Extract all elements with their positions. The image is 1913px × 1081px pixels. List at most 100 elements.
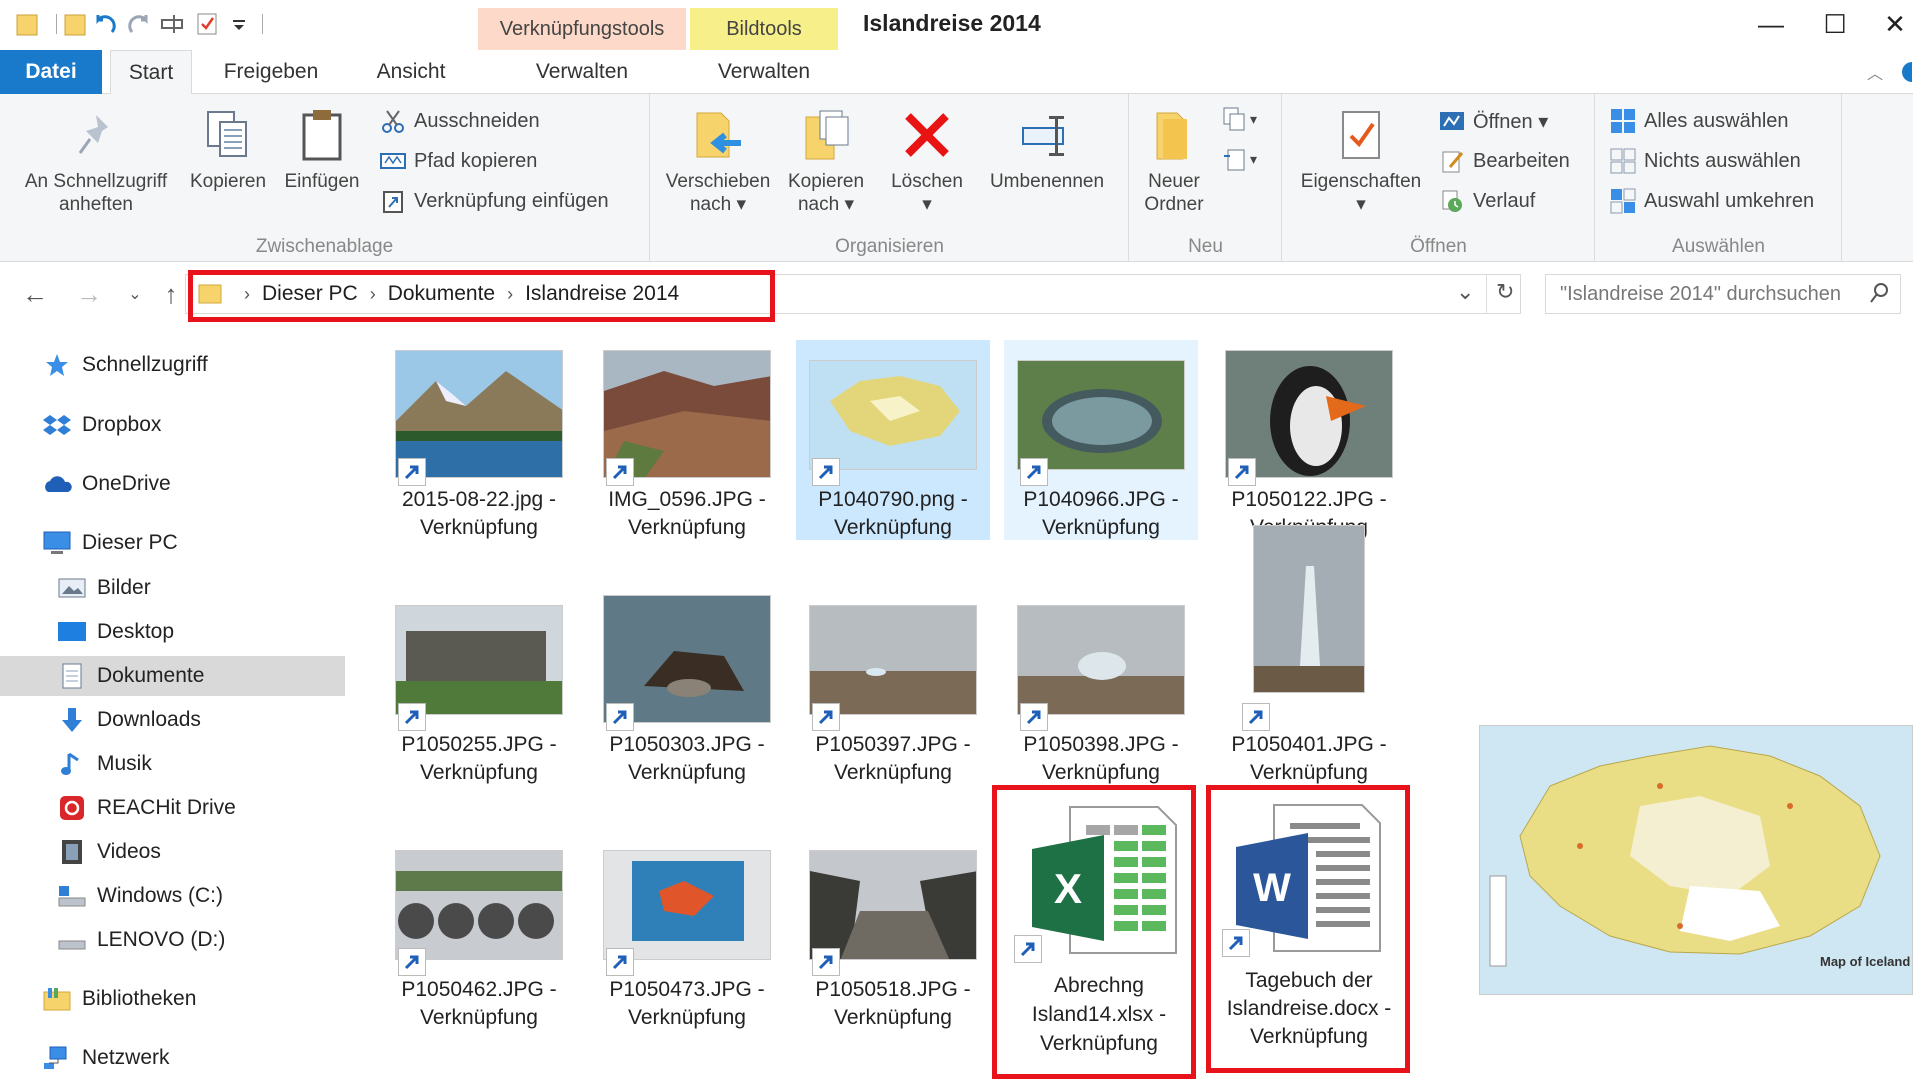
- select-none-button[interactable]: Nichts auswählen: [1610, 144, 1801, 178]
- documents-icon: [57, 662, 87, 690]
- back-arrow-icon[interactable]: ←: [18, 277, 52, 311]
- close-button[interactable]: ✕: [1870, 4, 1913, 44]
- file-item[interactable]: P1050473.JPG - Verknüpfung: [590, 830, 784, 1030]
- cut-label: Ausschneiden: [414, 109, 540, 132]
- file-item[interactable]: P1050398.JPG - Verknüpfung: [1004, 585, 1198, 785]
- rename-button[interactable]: Umbenennen: [977, 100, 1117, 193]
- tab-start[interactable]: Start: [110, 50, 192, 94]
- file-item[interactable]: P1050397.JPG - Verknüpfung: [796, 585, 990, 785]
- maximize-button[interactable]: ☐: [1810, 4, 1860, 44]
- undo-icon[interactable]: [92, 10, 118, 38]
- new-folder-icon[interactable]: [62, 10, 88, 38]
- scissors-icon: [380, 108, 406, 134]
- nav-label: Musik: [97, 752, 152, 775]
- help-icon[interactable]: [1894, 50, 1913, 94]
- search-icon[interactable]: [1868, 281, 1890, 311]
- address-dropdown-chevron-icon[interactable]: ⌄: [1456, 279, 1474, 305]
- file-name: P1050303.JPG - Verknüpfung: [609, 733, 765, 784]
- customize-toolbar-icon[interactable]: [226, 10, 252, 38]
- file-item[interactable]: P1050401.JPG - Verknüpfung: [1212, 525, 1406, 785]
- file-item[interactable]: P1040966.JPG - Verknüpfung: [1004, 340, 1198, 540]
- minimize-button[interactable]: —: [1746, 4, 1796, 44]
- nav-item-onedrive[interactable]: OneDrive: [0, 464, 345, 504]
- paste-shortcut-button[interactable]: Verknüpfung einfügen: [380, 184, 609, 218]
- refresh-icon[interactable]: ↻: [1496, 279, 1514, 305]
- tab-ansicht[interactable]: Ansicht: [356, 50, 466, 94]
- forward-arrow-icon[interactable]: →: [72, 277, 106, 311]
- tab-verwalten-picture[interactable]: Verwalten: [690, 50, 838, 94]
- file-item[interactable]: P1050255.JPG - Verknüpfung: [382, 585, 576, 785]
- search-input[interactable]: "Islandreise 2014" durchsuchen: [1545, 274, 1901, 314]
- recent-locations-chevron-icon[interactable]: ⌄: [118, 277, 152, 311]
- easy-access-button[interactable]: ▾: [1222, 142, 1257, 176]
- shortcut-arrow-icon: [398, 703, 426, 731]
- open-button[interactable]: Öffnen ▾: [1439, 104, 1548, 138]
- file-item[interactable]: P1050303.JPG - Verknüpfung: [590, 585, 784, 785]
- select-none-label: Nichts auswählen: [1644, 149, 1801, 172]
- nav-label: Windows (C:): [97, 884, 224, 907]
- nav-item-schnellzugriff[interactable]: Schnellzugriff: [0, 345, 345, 385]
- invert-selection-icon: [1610, 188, 1636, 214]
- copy-button[interactable]: Kopieren: [184, 100, 272, 193]
- tab-freigeben[interactable]: Freigeben: [206, 50, 336, 94]
- file-item[interactable]: IMG_0596.JPG - Verknüpfung: [590, 340, 784, 540]
- properties-button[interactable]: Eigenschaften ▾: [1291, 100, 1431, 216]
- redo-icon[interactable]: [126, 10, 152, 38]
- nav-item-bilder[interactable]: Bilder: [0, 568, 345, 608]
- nav-item-windows-c[interactable]: Windows (C:): [0, 876, 345, 916]
- open-icon: [1439, 108, 1465, 134]
- edit-button[interactable]: Bearbeiten: [1439, 144, 1570, 178]
- shortcut-arrow-icon: [1242, 703, 1270, 731]
- nav-item-netzwerk[interactable]: Netzwerk: [0, 1038, 345, 1078]
- collapse-ribbon-icon[interactable]: ︿: [1860, 50, 1890, 94]
- pin-quick-access-button[interactable]: An Schnellzugriff anheften: [12, 100, 180, 216]
- nav-item-reachit[interactable]: REACHit Drive: [0, 788, 345, 828]
- group-zwischenablage: An Schnellzugriff anheften Kopieren Einf…: [0, 94, 650, 262]
- nav-item-lenovo-d[interactable]: LENOVO (D:): [0, 920, 345, 960]
- nav-item-bibliotheken[interactable]: Bibliotheken: [0, 979, 345, 1019]
- nav-item-musik[interactable]: Musik: [0, 744, 345, 784]
- file-item[interactable]: 2015-08-22.jpg - Verknüpfung: [382, 340, 576, 540]
- new-folder-label: Neuer Ordner: [1144, 171, 1204, 215]
- paste-shortcut-label: Verknüpfung einfügen: [414, 189, 609, 212]
- nav-item-dropbox[interactable]: Dropbox: [0, 405, 345, 445]
- up-arrow-icon[interactable]: ↑: [154, 277, 188, 311]
- context-tab-picture-tools[interactable]: Bildtools: [690, 8, 838, 50]
- file-name: P1050397.JPG - Verknüpfung: [815, 733, 971, 784]
- nav-label: Bilder: [97, 576, 151, 599]
- move-to-button[interactable]: Verschieben nach ▾: [661, 100, 775, 216]
- rename-quick-icon[interactable]: [160, 10, 186, 38]
- copy-to-button[interactable]: Kopieren nach ▾: [779, 100, 873, 216]
- select-all-button[interactable]: Alles auswählen: [1610, 104, 1789, 138]
- paste-button[interactable]: Einfügen: [276, 100, 368, 193]
- nav-item-desktop[interactable]: Desktop: [0, 612, 345, 652]
- copy-path-button[interactable]: Pfad kopieren: [380, 144, 537, 178]
- nav-item-videos[interactable]: Videos: [0, 832, 345, 872]
- network-icon: [42, 1044, 72, 1072]
- nav-item-dieser-pc[interactable]: Dieser PC: [0, 523, 345, 563]
- file-item[interactable]: P1040790.png - Verknüpfung: [796, 340, 990, 540]
- nav-item-dokumente[interactable]: Dokumente: [0, 656, 345, 696]
- delete-button[interactable]: Löschen ▾: [883, 100, 971, 216]
- properties-icon: [1331, 100, 1391, 170]
- shortcut-arrow-icon: [1020, 458, 1048, 486]
- tab-verwalten-shortcut[interactable]: Verwalten: [478, 50, 686, 94]
- file-name: P1050398.JPG - Verknüpfung: [1023, 733, 1179, 784]
- context-tab-shortcut-tools[interactable]: Verknüpfungstools: [478, 8, 686, 50]
- group-label-neu: Neu: [1188, 236, 1223, 257]
- tab-datei[interactable]: Datei: [0, 50, 102, 94]
- shortcut-arrow-icon: [1228, 458, 1256, 486]
- cut-button[interactable]: Ausschneiden: [380, 104, 540, 138]
- file-item[interactable]: P1050518.JPG - Verknüpfung: [796, 830, 990, 1030]
- nav-label: Dokumente: [97, 664, 205, 687]
- file-item[interactable]: P1050122.JPG - Verknüpfung: [1212, 340, 1406, 540]
- properties-quick-icon[interactable]: [194, 10, 220, 38]
- file-item[interactable]: P1050462.JPG - Verknüpfung: [382, 830, 576, 1030]
- nav-item-downloads[interactable]: Downloads: [0, 700, 345, 740]
- new-item-button[interactable]: ▾: [1222, 102, 1257, 136]
- new-folder-button[interactable]: Neuer Ordner: [1132, 100, 1216, 216]
- invert-selection-button[interactable]: Auswahl umkehren: [1610, 184, 1814, 218]
- group-organisieren: Verschieben nach ▾ Kopieren nach ▾ Lösch…: [651, 94, 1129, 262]
- file-name: P1050473.JPG - Verknüpfung: [609, 978, 765, 1029]
- history-button[interactable]: Verlauf: [1439, 184, 1535, 218]
